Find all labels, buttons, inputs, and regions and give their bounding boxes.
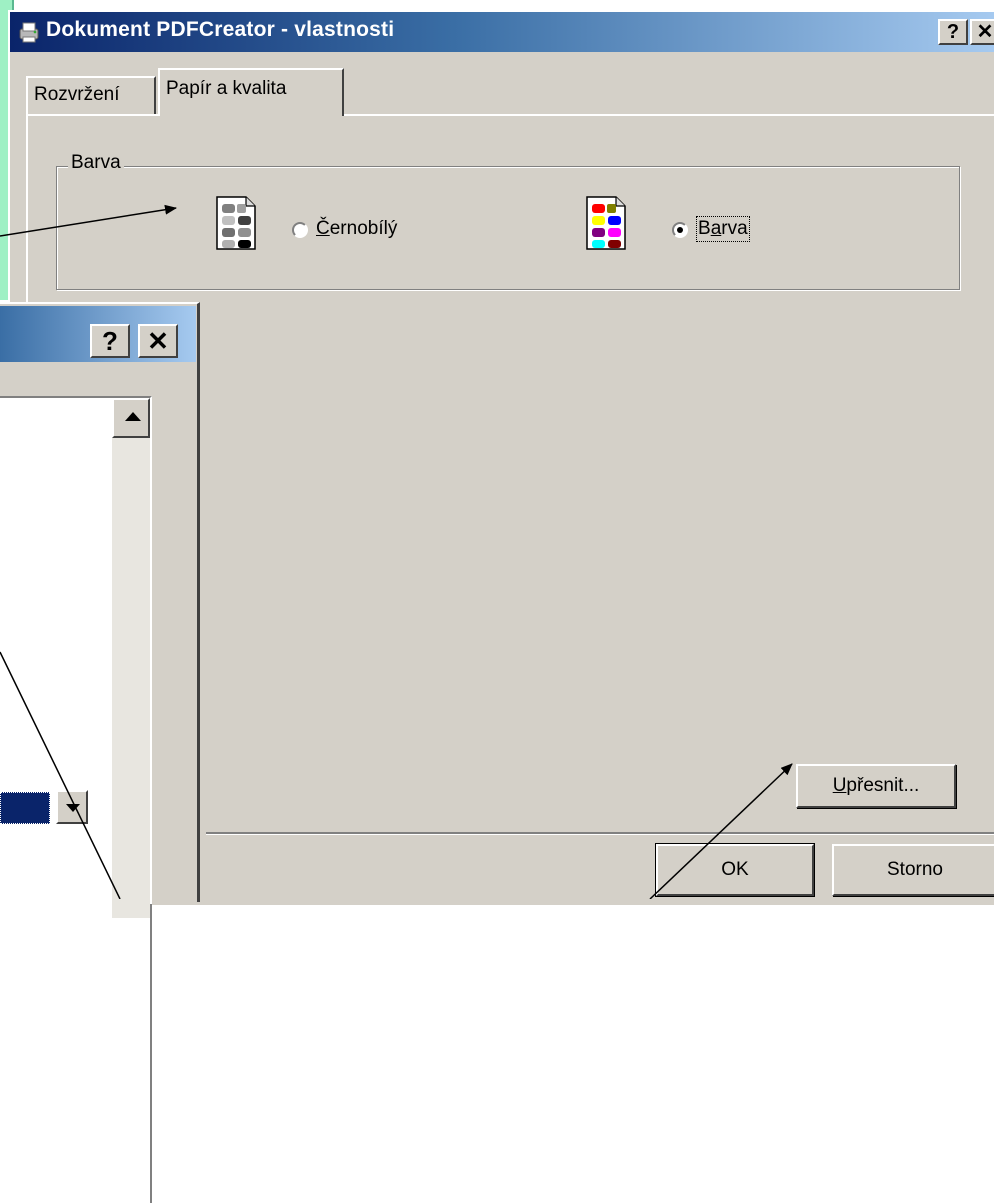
footer-separator — [206, 832, 994, 835]
grayscale-radio[interactable] — [292, 222, 308, 238]
color-document-icon — [586, 196, 626, 250]
color-group-legend: Barva — [68, 152, 124, 174]
secondary-dialog: ? ✕ — [0, 302, 200, 1203]
color-mnemonic: a — [710, 218, 722, 239]
window-title: Dokument PDFCreator - vlastnosti — [46, 18, 395, 41]
tab-layout[interactable]: Rozvržení — [26, 76, 156, 114]
vertical-scrollbar[interactable] — [112, 398, 150, 918]
secondary-help-button[interactable]: ? — [90, 324, 130, 358]
secondary-close-button[interactable]: ✕ — [138, 324, 178, 358]
tab-paper-quality[interactable]: Papír a kvalita — [158, 68, 344, 116]
advanced-button[interactable]: Upřesnit... — [796, 764, 956, 808]
secondary-title-bar[interactable]: ? ✕ — [0, 306, 196, 362]
cancel-button[interactable]: Storno — [832, 844, 994, 896]
color-label-first: B — [698, 218, 711, 239]
dropdown-arrow-button[interactable] — [56, 790, 88, 824]
close-button[interactable]: ✕ — [970, 19, 994, 45]
ok-button[interactable]: OK — [655, 843, 815, 897]
help-button[interactable]: ? — [938, 19, 968, 45]
radio-selected-dot — [677, 227, 683, 233]
color-label[interactable]: Barva — [696, 216, 750, 242]
printer-icon — [19, 22, 39, 43]
grayscale-mnemonic: Č — [316, 218, 330, 239]
color-radio[interactable] — [672, 222, 688, 238]
color-label-text: rva — [721, 218, 748, 239]
grayscale-label-text: ernobílý — [329, 218, 398, 239]
grayscale-document-icon — [216, 196, 256, 250]
advanced-label: přesnit... — [846, 775, 920, 796]
secondary-divider — [150, 904, 152, 1203]
selected-dropdown-value[interactable] — [0, 792, 50, 824]
title-bar[interactable]: Dokument PDFCreator - vlastnosti ? ✕ — [10, 12, 994, 52]
advanced-mnemonic: U — [832, 775, 847, 796]
color-groupbox — [56, 166, 960, 290]
scroll-up-arrow-icon[interactable] — [112, 398, 150, 438]
grayscale-label[interactable]: Černobílý — [316, 218, 397, 240]
